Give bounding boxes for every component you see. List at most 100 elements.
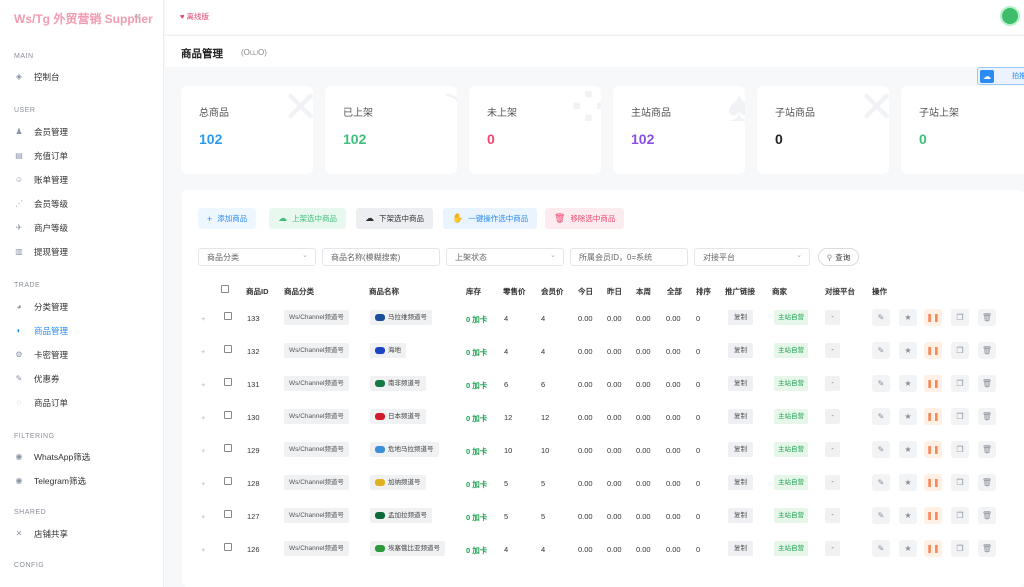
trash-icon[interactable]: 🗑 <box>978 309 996 326</box>
action-button-0[interactable]: + 添加商品 <box>198 208 257 229</box>
add-card-link[interactable]: 加卡 <box>472 480 487 489</box>
expand-icon[interactable]: + <box>201 545 205 554</box>
edit-icon[interactable]: ✎ <box>872 540 890 557</box>
copy-link-button[interactable]: 复制 <box>728 442 753 457</box>
action-button-1[interactable]: ☁ 上架选中商品 <box>269 208 346 229</box>
edit-icon[interactable]: ✎ <box>872 375 890 392</box>
row-checkbox[interactable] <box>224 510 232 520</box>
select-all-checkbox[interactable] <box>221 285 229 295</box>
trash-icon[interactable]: 🗑 <box>978 540 996 557</box>
sidebar-item-提现管理[interactable]: ▥ 提现管理 <box>14 243 154 261</box>
pause-icon[interactable]: ❚❚ <box>924 441 942 458</box>
row-checkbox[interactable] <box>224 345 232 355</box>
sidebar-item-分类管理[interactable]: ◕ 分类管理 <box>14 298 154 316</box>
sidebar-item-WhatsApp筛选[interactable]: ◉ WhatsApp筛选 <box>14 448 154 466</box>
copy-link-button[interactable]: 复制 <box>728 508 753 523</box>
star-icon[interactable]: ★ <box>899 507 917 524</box>
copy-icon[interactable]: ❐ <box>951 309 969 326</box>
edit-icon[interactable]: ✎ <box>872 474 890 491</box>
copy-link-button[interactable]: 复制 <box>728 376 753 391</box>
copy-link-button[interactable]: 复制 <box>728 541 753 556</box>
pause-icon[interactable]: ❚❚ <box>924 474 942 491</box>
expand-icon[interactable]: + <box>201 380 205 389</box>
name-search-input[interactable]: 商品名称(模糊搜索) <box>322 248 440 266</box>
edit-icon[interactable]: ✎ <box>872 408 890 425</box>
sidebar-item-充值订单[interactable]: ▤ 充值订单 <box>14 147 154 165</box>
copy-link-button[interactable]: 复制 <box>728 343 753 358</box>
collapse-sidebar-icon[interactable]: « <box>134 9 141 23</box>
sidebar-item-会员管理[interactable]: ♟ 会员管理 <box>14 123 154 141</box>
trash-icon[interactable]: 🗑 <box>978 375 996 392</box>
copy-link-button[interactable]: 复制 <box>728 475 753 490</box>
sidebar-item-控制台[interactable]: ◈ 控制台 <box>14 68 154 86</box>
sidebar-item-商户等级[interactable]: ✈ 商户等级 <box>14 219 154 237</box>
row-checkbox[interactable] <box>224 378 232 388</box>
copy-icon[interactable]: ❐ <box>951 474 969 491</box>
add-card-link[interactable]: 加卡 <box>472 381 487 390</box>
action-button-4[interactable]: 🗑 移除选中商品 <box>545 208 625 229</box>
pause-icon[interactable]: ❚❚ <box>924 408 942 425</box>
copy-link-button[interactable]: 复制 <box>728 409 753 424</box>
trash-icon[interactable]: 🗑 <box>978 507 996 524</box>
copy-icon[interactable]: ❐ <box>951 507 969 524</box>
trash-icon[interactable]: 🗑 <box>978 441 996 458</box>
sidebar-item-店铺共享[interactable]: ✕ 店铺共享 <box>14 525 154 543</box>
sidebar-item-商品管理[interactable]: ◐ 商品管理 <box>14 322 154 340</box>
copy-icon[interactable]: ❐ <box>951 342 969 359</box>
star-icon[interactable]: ★ <box>899 309 917 326</box>
add-card-link[interactable]: 加卡 <box>472 315 487 324</box>
float-button[interactable]: ☁ 拍推 <box>977 67 1024 85</box>
expand-icon[interactable]: + <box>201 446 205 455</box>
sidebar-item-账单管理[interactable]: ☺ 账单管理 <box>14 171 154 189</box>
add-card-link[interactable]: 加卡 <box>472 447 487 456</box>
sidebar-item-会员等级[interactable]: ⋰ 会员等级 <box>14 195 154 213</box>
add-card-link[interactable]: 加卡 <box>472 414 487 423</box>
sidebar-item-卡密管理[interactable]: ⚙ 卡密管理 <box>14 346 154 364</box>
star-icon[interactable]: ★ <box>899 441 917 458</box>
action-button-3[interactable]: ✋ 一键操作选中商品 <box>443 208 538 229</box>
pause-icon[interactable]: ❚❚ <box>924 375 942 392</box>
add-card-link[interactable]: 加卡 <box>472 513 487 522</box>
sidebar-item-Telegram筛选[interactable]: ◉ Telegram筛选 <box>14 472 154 490</box>
pause-icon[interactable]: ❚❚ <box>924 507 942 524</box>
star-icon[interactable]: ★ <box>899 342 917 359</box>
pause-icon[interactable]: ❚❚ <box>924 342 942 359</box>
copy-icon[interactable]: ❐ <box>951 408 969 425</box>
trash-icon[interactable]: 🗑 <box>978 474 996 491</box>
expand-icon[interactable]: + <box>201 413 205 422</box>
edit-icon[interactable]: ✎ <box>872 441 890 458</box>
sidebar-item-商品订单[interactable]: ◌ 商品订单 <box>14 394 154 412</box>
row-checkbox[interactable] <box>224 543 232 553</box>
query-button[interactable]: ⚲ 查询 <box>818 248 859 266</box>
trash-icon[interactable]: 🗑 <box>978 408 996 425</box>
copy-link-button[interactable]: 复制 <box>728 310 753 325</box>
expand-icon[interactable]: + <box>201 512 205 521</box>
copy-icon[interactable]: ❐ <box>951 375 969 392</box>
status-select[interactable]: 上架状态 ⌄ <box>446 248 564 266</box>
action-button-2[interactable]: ☁ 下架选中商品 <box>356 208 433 229</box>
add-card-link[interactable]: 加卡 <box>472 546 487 555</box>
row-checkbox[interactable] <box>224 411 232 421</box>
row-checkbox[interactable] <box>224 444 232 454</box>
avatar[interactable] <box>1000 6 1020 26</box>
star-icon[interactable]: ★ <box>899 474 917 491</box>
expand-icon[interactable]: + <box>201 347 205 356</box>
star-icon[interactable]: ★ <box>899 540 917 557</box>
pause-icon[interactable]: ❚❚ <box>924 309 942 326</box>
star-icon[interactable]: ★ <box>899 375 917 392</box>
trash-icon[interactable]: 🗑 <box>978 342 996 359</box>
sidebar-item-优惠券[interactable]: ✎ 优惠券 <box>14 370 154 388</box>
star-icon[interactable]: ★ <box>899 408 917 425</box>
edit-icon[interactable]: ✎ <box>872 309 890 326</box>
row-checkbox[interactable] <box>224 312 232 322</box>
platform-select[interactable]: 对接平台 ⌄ <box>694 248 810 266</box>
expand-icon[interactable]: + <box>201 479 205 488</box>
category-select[interactable]: 商品分类 ⌄ <box>198 248 316 266</box>
expand-icon[interactable]: + <box>201 314 205 323</box>
pause-icon[interactable]: ❚❚ <box>924 540 942 557</box>
member-id-input[interactable]: 所属会员ID，0=系统 <box>570 248 688 266</box>
edit-icon[interactable]: ✎ <box>872 342 890 359</box>
row-checkbox[interactable] <box>224 477 232 487</box>
copy-icon[interactable]: ❐ <box>951 540 969 557</box>
add-card-link[interactable]: 加卡 <box>472 348 487 357</box>
